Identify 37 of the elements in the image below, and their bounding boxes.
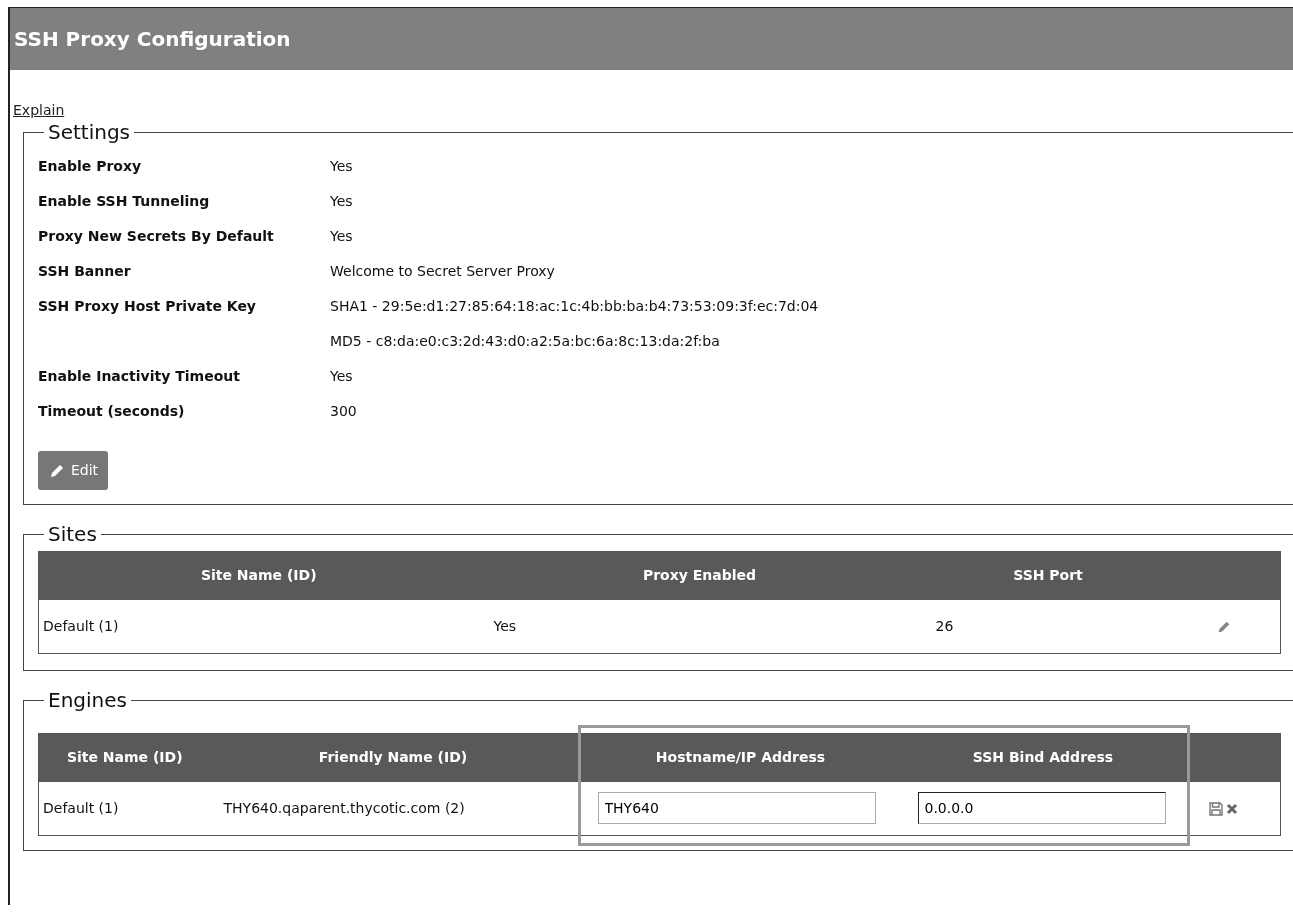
setting-value: Yes	[330, 192, 353, 211]
setting-label: Enable SSH Tunneling	[38, 192, 211, 211]
column-header: SSH Port	[920, 551, 1176, 600]
column-header: Friendly Name (ID)	[210, 733, 576, 782]
text-field[interactable]: THY640	[597, 792, 876, 825]
setting-label: Timeout (seconds)	[38, 402, 186, 421]
edit-button[interactable]: Edit	[38, 451, 109, 490]
setting-value: SHA1 - 29:5e:d1:27:85:64:18:ac:1c:4b:bb:ba:b4:73:53:09:3f:ec:7d:04	[330, 297, 819, 316]
setting-label: SSH Proxy Host Private Key	[38, 297, 257, 316]
setting-label: SSH Banner	[38, 262, 132, 281]
setting-value: 300	[330, 402, 357, 421]
table-cell: THY640.qaparent.thycotic.com (2)	[223, 799, 465, 816]
column-header: Site Name (ID)	[38, 733, 211, 782]
setting-value: Yes	[330, 367, 353, 386]
setting-label: Enable Proxy	[38, 157, 143, 176]
section-legend: Engines	[44, 689, 131, 711]
setting-label: Enable Inactivity Timeout	[38, 367, 241, 386]
table-cell: Yes	[493, 617, 517, 634]
table-cell: Default (1)	[43, 799, 119, 816]
section-legend: Sites	[44, 523, 101, 545]
setting-label: Proxy New Secrets By Default	[38, 227, 275, 246]
column-header: Proxy Enabled	[478, 551, 921, 600]
setting-value: Welcome to Secret Server Proxy	[330, 262, 555, 281]
table-cell: 26	[935, 617, 954, 634]
page-title: SSH Proxy Configuration	[10, 8, 1293, 70]
setting-value: Yes	[330, 157, 353, 176]
column-header: Hostname/IP Address	[575, 733, 906, 782]
setting-value: MD5 - c8:da:e0:c3:2d:43:d0:a2:5a:bc:6a:8c:13:da:2f:ba	[330, 332, 721, 351]
table-cell: Default (1)	[43, 617, 119, 634]
column-header: Site Name (ID)	[38, 551, 479, 600]
setting-value: Yes	[330, 227, 353, 246]
save-icon[interactable]	[1208, 801, 1223, 816]
text-field[interactable]: 0.0.0.0	[917, 792, 1166, 825]
column-header: SSH Bind Address	[905, 733, 1181, 782]
close-icon[interactable]	[1225, 802, 1238, 815]
section-legend: Settings	[44, 121, 135, 143]
explain-link[interactable]: Explain	[13, 100, 65, 121]
